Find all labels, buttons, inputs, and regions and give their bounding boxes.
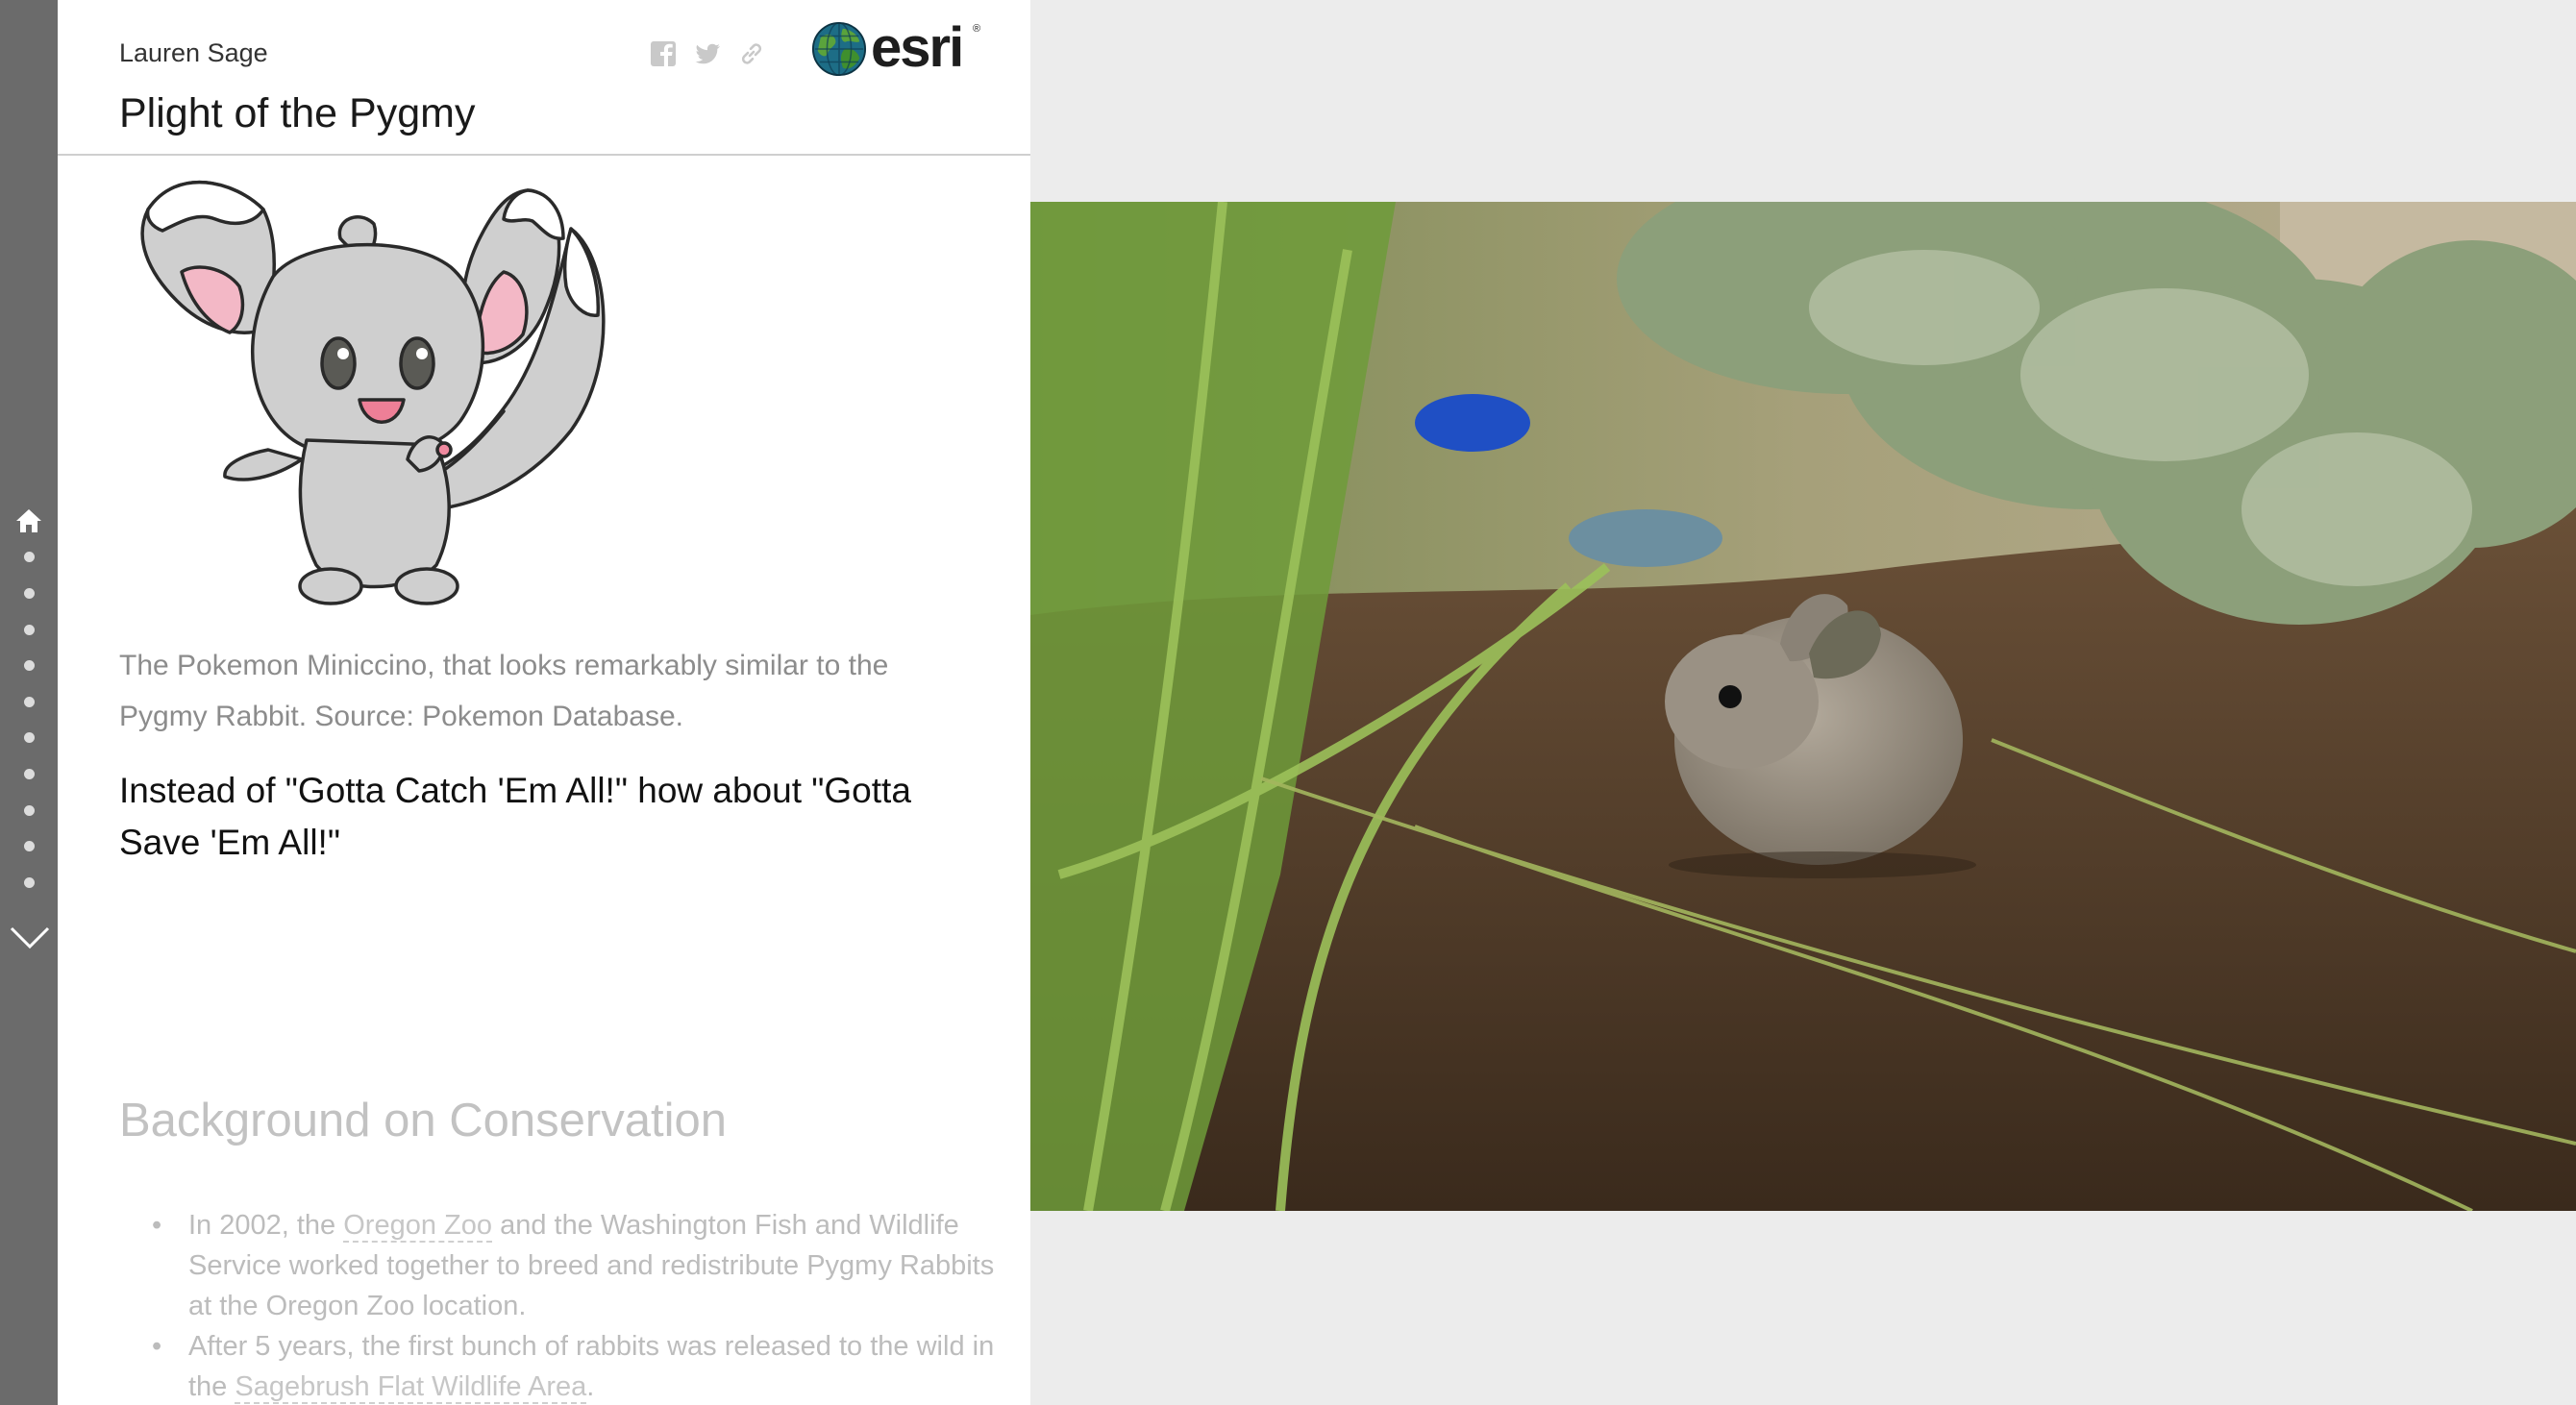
story-title: Plight of the Pygmy xyxy=(119,90,476,136)
story-nav-rail xyxy=(0,0,58,1405)
nav-dot[interactable] xyxy=(24,732,35,743)
nav-dot[interactable] xyxy=(24,588,35,599)
story-author: Lauren Sage xyxy=(119,38,268,67)
registered-mark: ® xyxy=(973,23,981,35)
image-caption: The Pokemon Miniccino, that looks remark… xyxy=(119,650,889,732)
sagebrush-flat-link[interactable]: Sagebrush Flat Wildlife Area xyxy=(235,1371,587,1404)
story-tagline: Instead of "Gotta Catch 'Em All!" how ab… xyxy=(119,771,911,862)
list-item: After 5 years, the first bunch of rabbit… xyxy=(152,1326,1005,1405)
twitter-icon[interactable] xyxy=(692,38,723,69)
nav-dot[interactable] xyxy=(24,841,35,851)
bullet-text: In 2002, the xyxy=(188,1210,344,1241)
oregon-zoo-link[interactable]: Oregon Zoo xyxy=(343,1210,493,1243)
facebook-icon[interactable] xyxy=(648,38,679,69)
esri-wordmark: esri xyxy=(871,16,964,79)
nav-dot[interactable] xyxy=(24,552,35,562)
chevron-down-icon[interactable] xyxy=(8,921,52,953)
list-item: In 2002, the Oregon Zoo and the Washingt… xyxy=(152,1205,1005,1326)
nav-dot[interactable] xyxy=(24,769,35,779)
nav-dot[interactable] xyxy=(24,697,35,707)
esri-logo[interactable]: esri ® xyxy=(811,16,984,83)
pokemon-illustration xyxy=(140,180,606,605)
nav-dot[interactable] xyxy=(24,877,35,888)
bullet-text: . xyxy=(586,1371,595,1402)
story-header: Lauren Sage Plight of the Pygmy esri ® xyxy=(58,0,1030,156)
nav-dot[interactable] xyxy=(24,660,35,671)
story-panel: Lauren Sage Plight of the Pygmy esri ® T… xyxy=(58,0,1030,1405)
nav-dot[interactable] xyxy=(24,625,35,635)
conservation-list: In 2002, the Oregon Zoo and the Washingt… xyxy=(152,1205,1005,1405)
media-panel xyxy=(1030,0,2576,1405)
section-heading: Background on Conservation xyxy=(119,1095,727,1146)
globe-icon xyxy=(811,21,867,77)
nav-dot[interactable] xyxy=(24,805,35,816)
link-icon[interactable] xyxy=(736,38,767,69)
home-icon[interactable] xyxy=(13,505,44,536)
pygmy-rabbit-photo xyxy=(1030,202,2576,1211)
